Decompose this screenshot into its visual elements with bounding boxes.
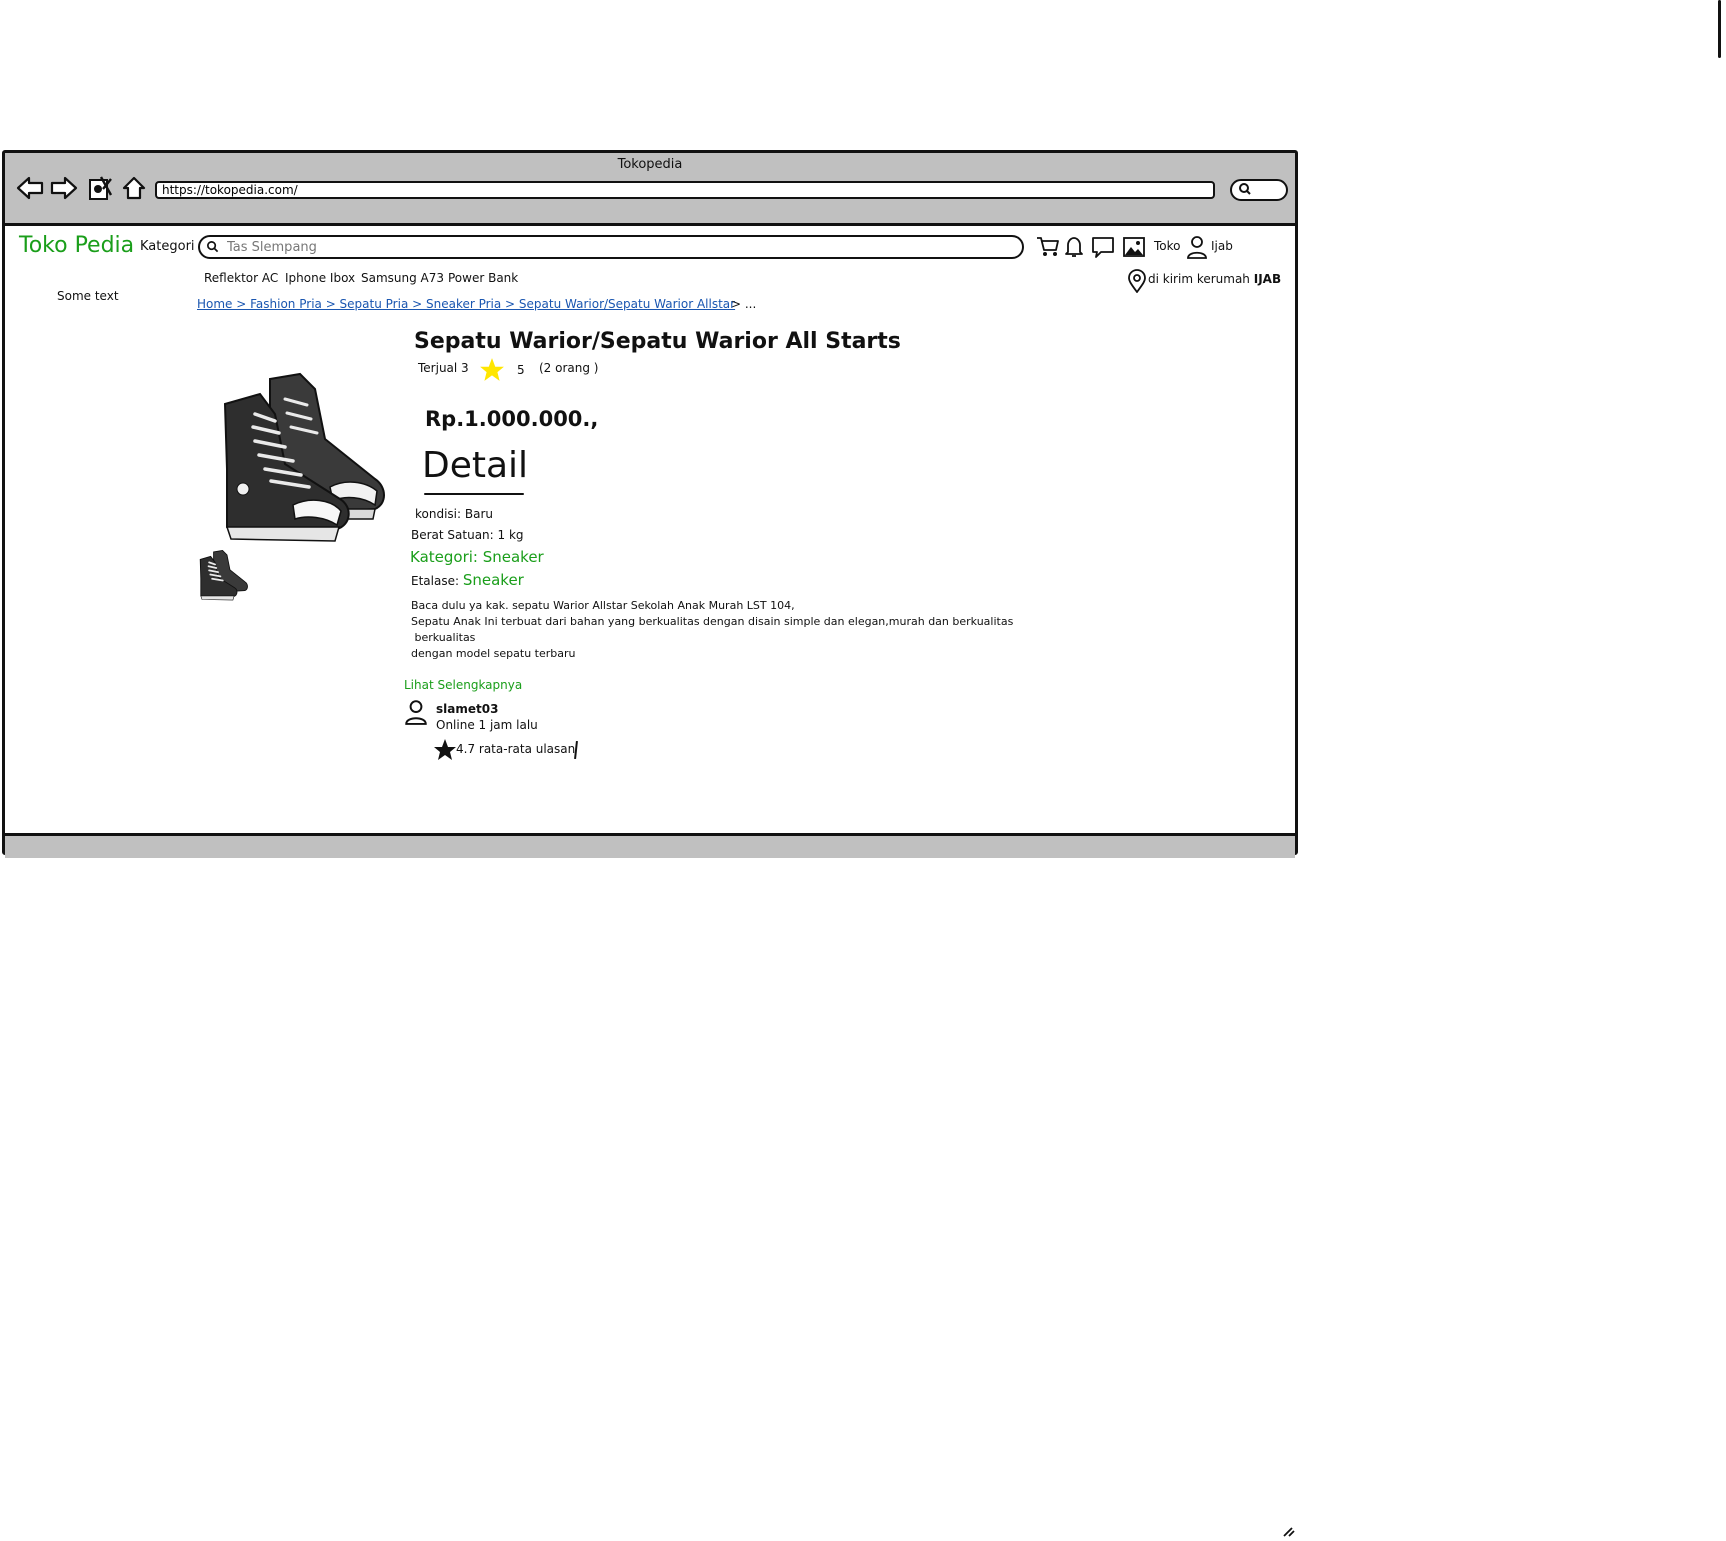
etalase-label: Etalase: — [411, 574, 460, 588]
spec-berat: Berat Satuan: 1 kg — [411, 528, 524, 542]
description-line: berkualitas — [411, 631, 476, 644]
address-bar[interactable] — [155, 181, 1215, 199]
breadcrumb[interactable]: Home > Fashion Pria > Sepatu Pria > Snea… — [197, 297, 735, 311]
review-count[interactable]: (2 orang ) — [539, 361, 598, 375]
spec-kondisi: kondisi: Baru — [415, 507, 493, 521]
seller-rating: 4.7 rata-rata ulasan — [456, 742, 576, 756]
detail-heading: Detail — [422, 445, 529, 486]
sidebar-text: Some text — [57, 289, 119, 303]
star-icon — [479, 357, 505, 387]
resize-grip-icon[interactable] — [1281, 1522, 1295, 1537]
status-bar — [5, 833, 1295, 1537]
delivery-address[interactable]: di kirim kerumah IJAB — [1148, 272, 1281, 286]
description-line: dengan model sepatu terbaru — [411, 647, 576, 660]
toko-link[interactable]: Toko — [1154, 239, 1181, 253]
description-line: Sepatu Anak Ini terbuat dari bahan yang … — [411, 615, 1014, 628]
site-logo[interactable]: Toko Pedia — [19, 233, 134, 258]
home-icon[interactable] — [119, 173, 149, 203]
product-price: Rp.1.000.000., — [425, 407, 599, 431]
browser-window: Tokopedia Toko Pedia Kategori — [2, 150, 1298, 1537]
description-line: Baca dulu ya kak. sepatu Warior Allstar … — [411, 599, 795, 612]
search-input[interactable] — [225, 238, 1009, 256]
quick-link[interactable]: Reflektor AC — [204, 271, 278, 285]
spec-etalase: Etalase: Sneaker — [411, 571, 524, 589]
quick-link[interactable]: Samsung A73 — [361, 271, 444, 285]
browser-search-field[interactable] — [1230, 179, 1288, 201]
sold-count: Terjual 3 — [418, 361, 469, 375]
browser-toolbar: Tokopedia — [5, 153, 1295, 226]
text-cursor — [574, 740, 578, 760]
forward-icon[interactable] — [49, 173, 79, 203]
seller-status: Online 1 jam lalu — [436, 718, 538, 732]
seller-avatar-icon[interactable] — [404, 699, 428, 729]
kategori-menu[interactable]: Kategori — [140, 239, 195, 254]
product-thumbnail[interactable] — [197, 549, 251, 601]
window-title: Tokopedia — [617, 157, 683, 172]
seller-name[interactable]: slamet03 — [436, 702, 498, 716]
detail-underline — [424, 493, 524, 495]
breadcrumb-more[interactable]: > ... — [731, 297, 756, 311]
spec-kategori[interactable]: Kategori: Sneaker — [410, 548, 544, 566]
star-icon — [433, 738, 457, 766]
account-name[interactable]: Ijab — [1211, 239, 1233, 253]
product-image — [215, 369, 395, 544]
image-icon[interactable] — [1122, 235, 1146, 259]
back-icon[interactable] — [15, 173, 45, 203]
see-more-link[interactable]: Lihat Selengkapnya — [404, 678, 522, 692]
product-title: Sepatu Warior/Sepatu Warior All Starts — [414, 329, 901, 354]
quick-link[interactable]: Iphone Ibox — [285, 271, 355, 285]
chat-icon[interactable] — [1091, 235, 1115, 259]
quick-link[interactable]: Power Bank — [448, 271, 518, 285]
user-icon[interactable] — [1185, 235, 1209, 259]
search-icon — [206, 238, 219, 257]
cart-icon[interactable] — [1036, 235, 1060, 259]
etalase-link[interactable]: Sneaker — [463, 571, 524, 589]
delivery-name: IJAB — [1253, 272, 1282, 286]
product-search[interactable] — [198, 235, 1024, 259]
search-icon — [1238, 181, 1252, 200]
product-rating: 5 — [517, 363, 525, 377]
bell-icon[interactable] — [1062, 235, 1086, 259]
stop-reload-icon[interactable] — [85, 173, 115, 203]
location-pin-icon — [1127, 269, 1147, 297]
canvas-edge-stroke — [1718, 0, 1721, 58]
delivery-text: di kirim kerumah — [1148, 272, 1250, 286]
